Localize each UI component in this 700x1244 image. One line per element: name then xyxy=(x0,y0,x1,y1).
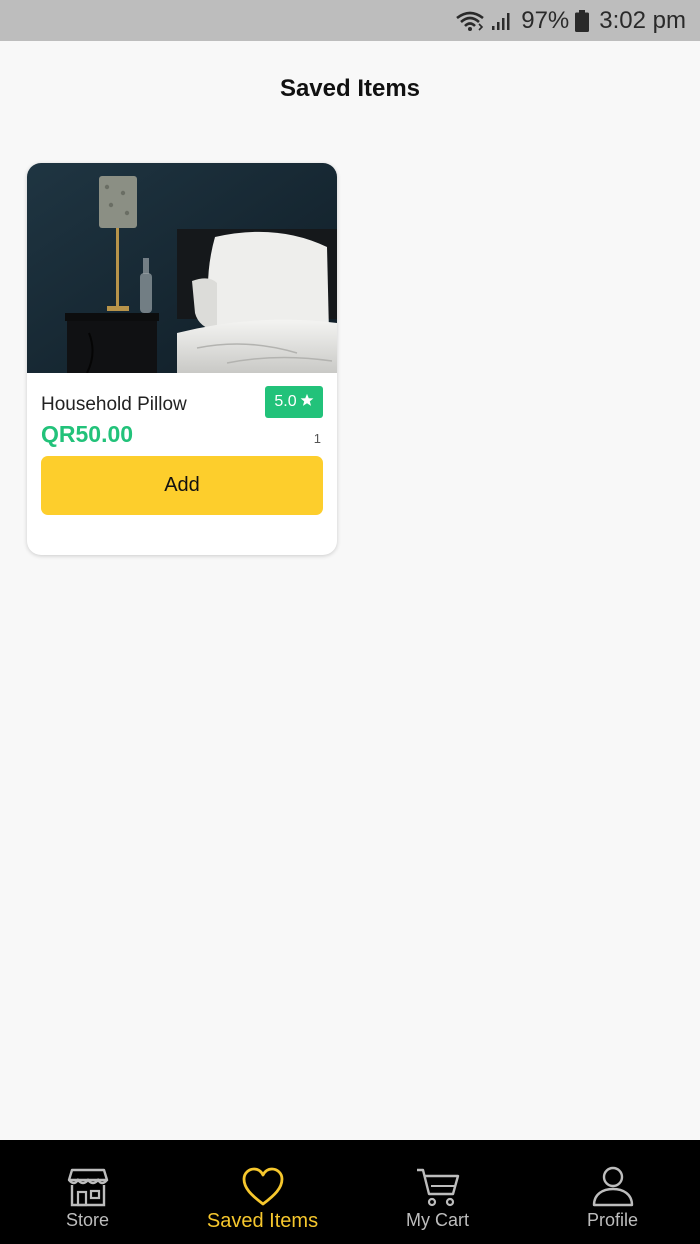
saved-item-card[interactable]: Household Pillow 5.0 QR50.00 1 Add xyxy=(27,163,337,555)
nav-label-saved-items: Saved Items xyxy=(206,1210,319,1232)
status-time: 3:02 pm xyxy=(599,6,686,34)
product-image[interactable] xyxy=(27,163,337,373)
signal-icon xyxy=(491,11,511,31)
nav-item-saved-items[interactable]: Saved Items xyxy=(175,1140,350,1244)
product-name[interactable]: Household Pillow xyxy=(41,394,187,416)
nav-label-profile: Profile xyxy=(586,1210,639,1230)
rating-badge: 5.0 xyxy=(265,386,323,418)
wifi-icon xyxy=(455,10,485,32)
profile-icon xyxy=(591,1166,635,1208)
add-button[interactable]: Add xyxy=(41,456,323,515)
nav-item-store[interactable]: Store xyxy=(0,1140,175,1244)
battery-percentage: 97% xyxy=(521,6,570,34)
bottom-nav: Store Saved Items My Cart Profile xyxy=(0,1140,700,1244)
nav-label-my-cart: My Cart xyxy=(406,1210,469,1230)
product-quantity: 1 xyxy=(313,431,321,446)
status-bar: 97% 3:02 pm xyxy=(0,0,700,41)
nav-item-my-cart[interactable]: My Cart xyxy=(350,1140,525,1244)
battery-icon xyxy=(575,9,590,32)
page-title: Saved Items xyxy=(279,75,421,102)
rating-value: 5.0 xyxy=(274,393,297,410)
product-price: QR50.00 xyxy=(41,421,134,447)
heart-icon xyxy=(241,1166,285,1208)
nav-label-store: Store xyxy=(65,1210,110,1230)
store-icon xyxy=(66,1166,110,1208)
star-icon xyxy=(300,393,314,412)
nav-item-profile[interactable]: Profile xyxy=(525,1140,700,1244)
cart-icon xyxy=(415,1166,461,1208)
